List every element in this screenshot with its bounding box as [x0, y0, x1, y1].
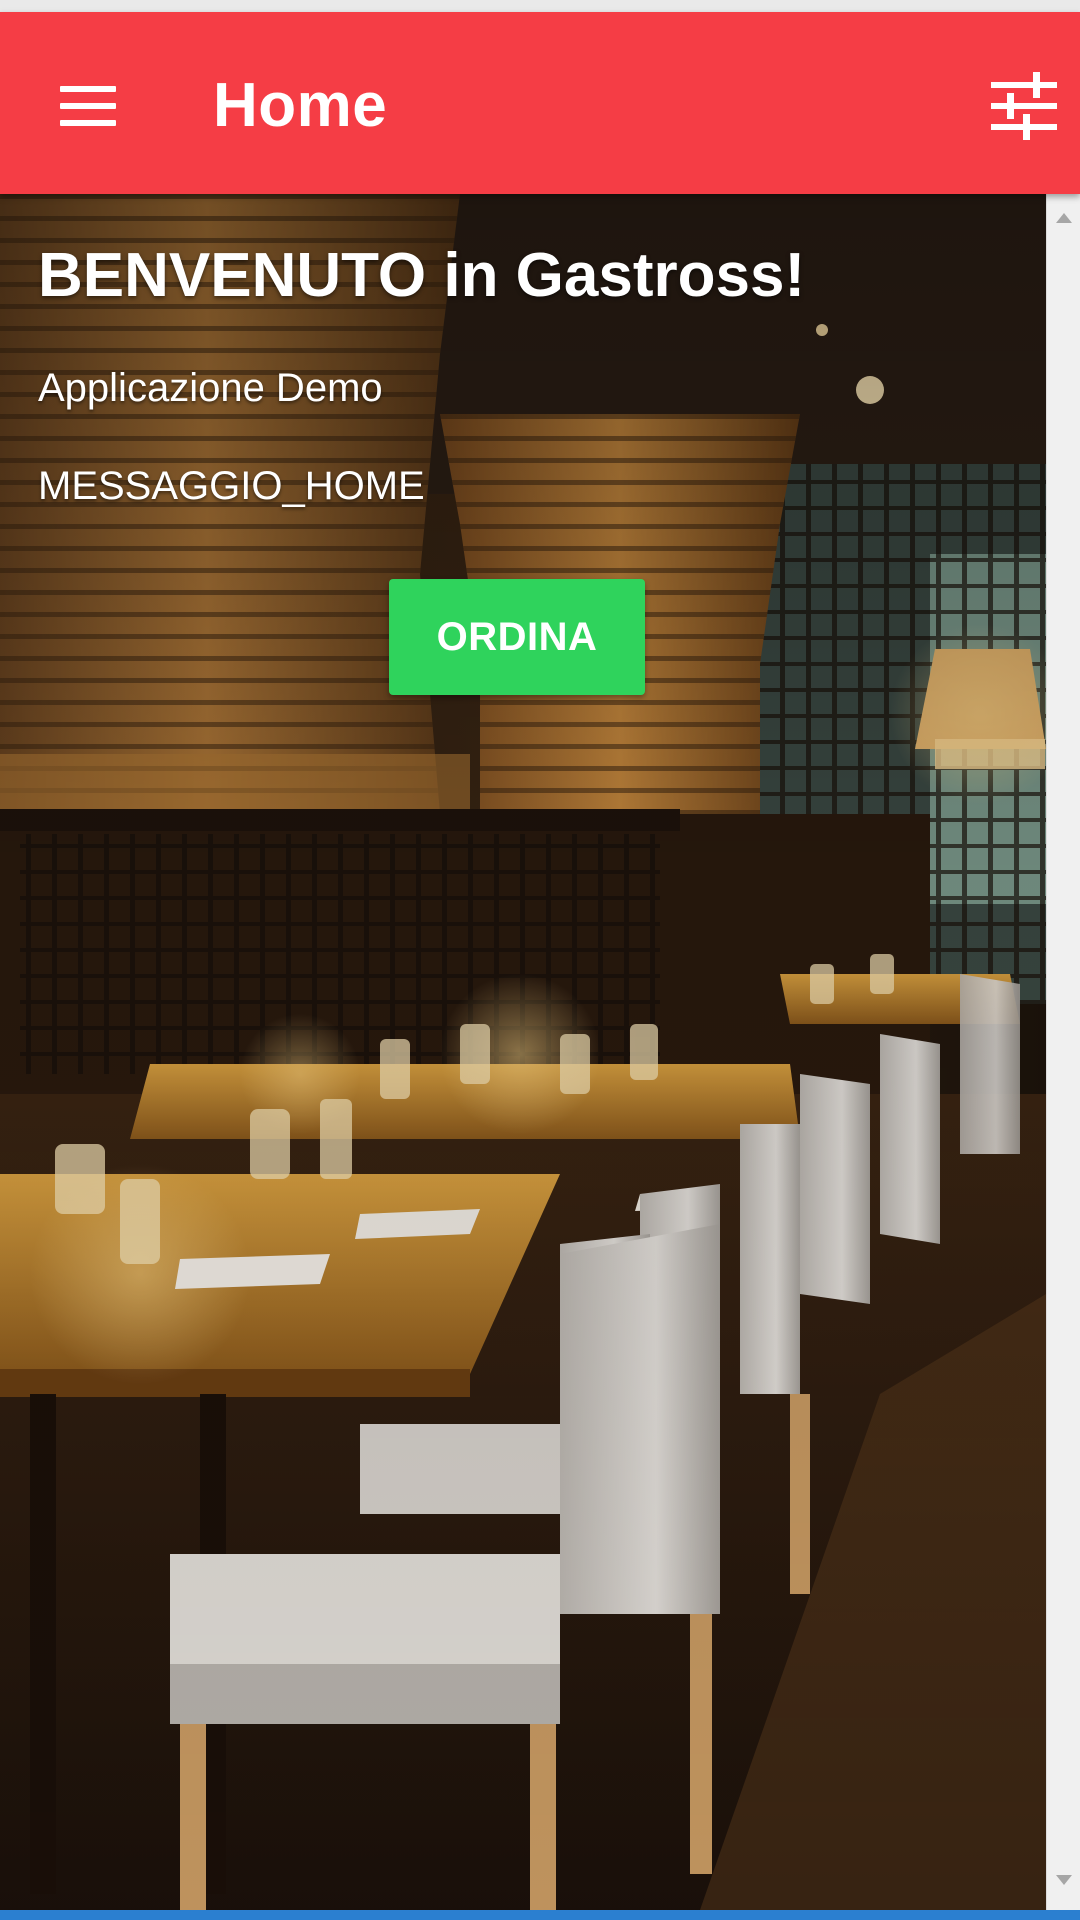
app-screen: Home BENVENUTO in Gastross! Applicazione…: [0, 0, 1080, 1920]
scroll-down-arrow-icon[interactable]: [1047, 1870, 1080, 1890]
menu-button[interactable]: [40, 58, 136, 154]
filter-button[interactable]: [976, 58, 1072, 154]
scroll-up-arrow-icon[interactable]: [1047, 208, 1080, 228]
tune-sliders-icon: [991, 72, 1057, 140]
app-bar: Home: [0, 12, 1080, 194]
bottom-edge: [0, 1910, 1080, 1920]
vertical-scrollbar[interactable]: [1046, 194, 1080, 1910]
home-content: BENVENUTO in Gastross! Applicazione Demo…: [0, 194, 1046, 1910]
order-button[interactable]: ORDINA: [389, 579, 645, 695]
app-subtitle: Applicazione Demo: [38, 366, 383, 410]
hamburger-menu-icon: [60, 86, 116, 126]
welcome-title: BENVENUTO in Gastross!: [38, 241, 806, 310]
page-title: Home: [213, 71, 388, 140]
status-strip: [0, 0, 1080, 12]
image-overlay: [0, 194, 1046, 1910]
home-message: MESSAGGIO_HOME: [38, 464, 425, 508]
